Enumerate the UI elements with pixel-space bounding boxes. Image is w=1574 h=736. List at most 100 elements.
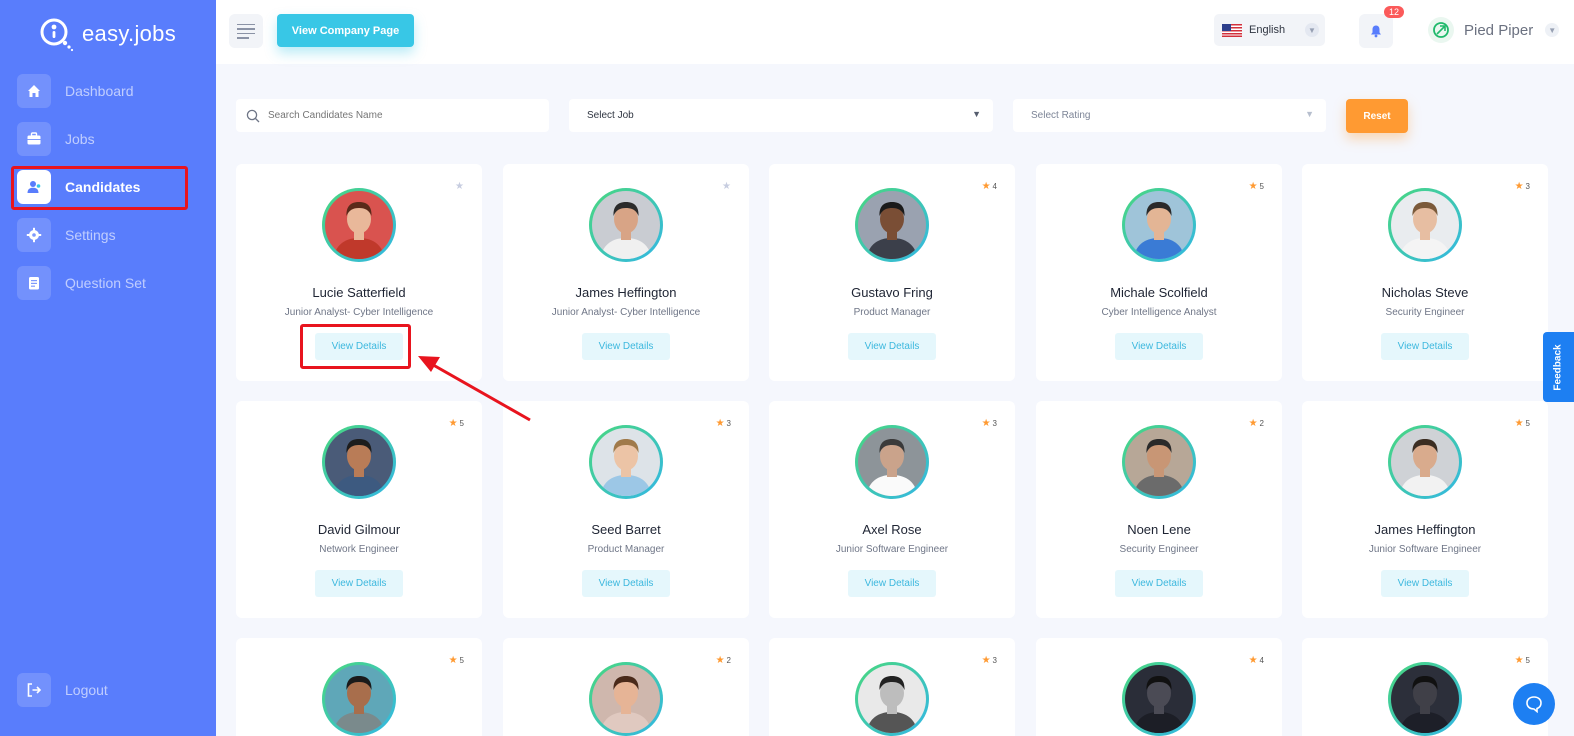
candidate-rating[interactable]: ★ — [722, 181, 731, 192]
view-details-button[interactable]: View Details — [1115, 570, 1203, 597]
company-logo-icon — [1428, 17, 1454, 43]
star-icon: ★ — [715, 655, 725, 666]
sidebar-item-label: Jobs — [65, 131, 95, 147]
candidate-avatar — [855, 662, 929, 736]
view-details-button[interactable]: View Details — [848, 333, 936, 360]
logout-button[interactable]: Logout — [17, 672, 187, 708]
candidate-avatar — [322, 662, 396, 736]
brand-name: easy.jobs — [82, 21, 177, 46]
candidate-rating[interactable]: ★ 3 — [716, 418, 731, 429]
sidebar-item-question-set[interactable]: Question Set — [17, 265, 187, 301]
view-details-button[interactable]: View Details — [582, 333, 670, 360]
view-details-button[interactable]: View Details — [582, 570, 670, 597]
candidate-rating[interactable]: ★ 5 — [1515, 418, 1530, 429]
sidebar-item-label: Question Set — [65, 275, 146, 291]
candidate-role: Security Engineer — [1385, 307, 1465, 318]
candidate-card[interactable]: ★ 4 Gustavo Fring Product Manager View Detai… — [769, 164, 1015, 381]
rating-value: 2 — [1259, 419, 1264, 428]
candidate-avatar — [1122, 425, 1196, 499]
candidate-card[interactable]: ★ 4 — [1036, 638, 1282, 736]
chevron-down-icon: ▼ — [1305, 109, 1314, 119]
sidebar-item-dashboard[interactable]: Dashboard — [17, 73, 187, 109]
candidate-rating[interactable]: ★ 3 — [1515, 181, 1530, 192]
rating-value: 3 — [992, 656, 997, 665]
candidate-role: Junior Analyst- Cyber Intelligence — [551, 307, 701, 318]
candidate-card[interactable]: ★ 2 Noen Lene Security Engineer View Details — [1036, 401, 1282, 618]
sidebar-item-settings[interactable]: Settings — [17, 217, 187, 253]
candidate-avatar — [589, 662, 663, 736]
candidate-rating[interactable]: ★ 3 — [982, 418, 997, 429]
candidate-card[interactable]: ★ 5 — [1302, 638, 1548, 736]
rating-value: 3 — [726, 419, 731, 428]
candidate-role: Junior Software Engineer — [1368, 544, 1482, 555]
candidate-role: Product Manager — [587, 544, 665, 555]
star-icon: ★ — [1248, 418, 1258, 429]
chevron-down-icon: ▼ — [1545, 23, 1560, 37]
view-details-button[interactable]: View Details — [848, 570, 936, 597]
candidate-card[interactable]: ★ 5 — [236, 638, 482, 736]
menu-toggle-button[interactable] — [229, 14, 263, 48]
brand-logo[interactable]: easy.jobs — [38, 16, 176, 52]
chat-button[interactable] — [1513, 683, 1555, 725]
rating-value: 4 — [1259, 656, 1264, 665]
view-company-page-button[interactable]: View Company Page — [277, 14, 414, 47]
candidate-rating[interactable]: ★ 3 — [982, 655, 997, 666]
feedback-label: Feedback — [1553, 343, 1565, 391]
candidate-card[interactable]: ★ 5 Michale Scolfield Cyber Intelligence An… — [1036, 164, 1282, 381]
rating-select[interactable]: Select Rating ▼ — [1013, 99, 1326, 132]
rating-value: 4 — [992, 182, 997, 191]
candidate-avatar — [855, 425, 929, 499]
hamburger-icon — [237, 23, 255, 25]
rating-value: 3 — [992, 419, 997, 428]
chevron-down-icon: ▼ — [1305, 23, 1319, 37]
view-details-button[interactable]: View Details — [1381, 333, 1469, 360]
rating-value: 5 — [459, 656, 464, 665]
candidate-card[interactable]: ★ 2 — [503, 638, 749, 736]
language-selector[interactable]: English ▼ — [1214, 14, 1325, 46]
view-details-button[interactable]: View Details — [315, 570, 403, 597]
star-icon: ★ — [1514, 655, 1524, 666]
sidebar: easy.jobs Dashboard Jobs Candidates Sett… — [0, 0, 216, 736]
candidate-card[interactable]: ★ 5 James Heffington Junior Software Engine… — [1302, 401, 1548, 618]
star-icon: ★ — [455, 181, 464, 192]
candidate-card[interactable]: ★ 3 Axel Rose Junior Software Engineer View … — [769, 401, 1015, 618]
company-switcher[interactable]: Pied Piper ▼ — [1428, 17, 1560, 43]
sidebar-item-jobs[interactable]: Jobs — [17, 121, 187, 157]
job-select[interactable]: Select Job ▼ — [569, 99, 993, 132]
star-icon: ★ — [715, 418, 725, 429]
top-bar: View Company Page English ▼ 12 Pied Pipe… — [216, 0, 1574, 64]
candidate-rating[interactable]: ★ 4 — [1249, 655, 1264, 666]
notification-count-badge: 12 — [1384, 6, 1405, 18]
search-input[interactable] — [268, 110, 528, 121]
view-details-button[interactable]: View Details — [1115, 333, 1203, 360]
candidate-rating[interactable]: ★ 2 — [1249, 418, 1264, 429]
candidate-card[interactable]: ★ 3 Nicholas Steve Security Engineer View De… — [1302, 164, 1548, 381]
candidate-rating[interactable]: ★ 5 — [449, 655, 464, 666]
candidate-card[interactable]: ★ James Heffington Junior Analyst- Cyber I… — [503, 164, 749, 381]
candidate-rating[interactable]: ★ 5 — [1515, 655, 1530, 666]
sidebar-item-label: Settings — [65, 227, 116, 243]
candidate-avatar — [589, 425, 663, 499]
sidebar-item-label: Dashboard — [65, 83, 134, 99]
reset-button[interactable]: Reset — [1346, 99, 1408, 133]
candidate-card[interactable]: ★ 5 David Gilmour Network Engineer View Deta… — [236, 401, 482, 618]
search-box[interactable] — [236, 99, 549, 132]
candidate-avatar — [1388, 662, 1462, 736]
candidate-rating[interactable]: ★ — [455, 181, 464, 192]
candidate-rating[interactable]: ★ 2 — [716, 655, 731, 666]
star-icon: ★ — [448, 655, 458, 666]
candidate-role: Security Engineer — [1119, 544, 1199, 555]
candidate-rating[interactable]: ★ 5 — [1249, 181, 1264, 192]
candidate-role: Junior Software Engineer — [835, 544, 949, 555]
notifications-button[interactable] — [1359, 14, 1393, 48]
view-details-button[interactable]: View Details — [1381, 570, 1469, 597]
candidate-role: Junior Analyst- Cyber Intelligence — [284, 307, 434, 318]
candidate-card[interactable]: ★ 3 Seed Barret Product Manager View Details — [503, 401, 749, 618]
star-icon: ★ — [981, 655, 991, 666]
star-icon: ★ — [981, 418, 991, 429]
candidate-rating[interactable]: ★ 4 — [982, 181, 997, 192]
candidate-avatar — [855, 188, 929, 262]
gear-icon — [17, 218, 51, 252]
feedback-tab[interactable]: Feedback — [1543, 332, 1574, 402]
candidate-card[interactable]: ★ 3 — [769, 638, 1015, 736]
